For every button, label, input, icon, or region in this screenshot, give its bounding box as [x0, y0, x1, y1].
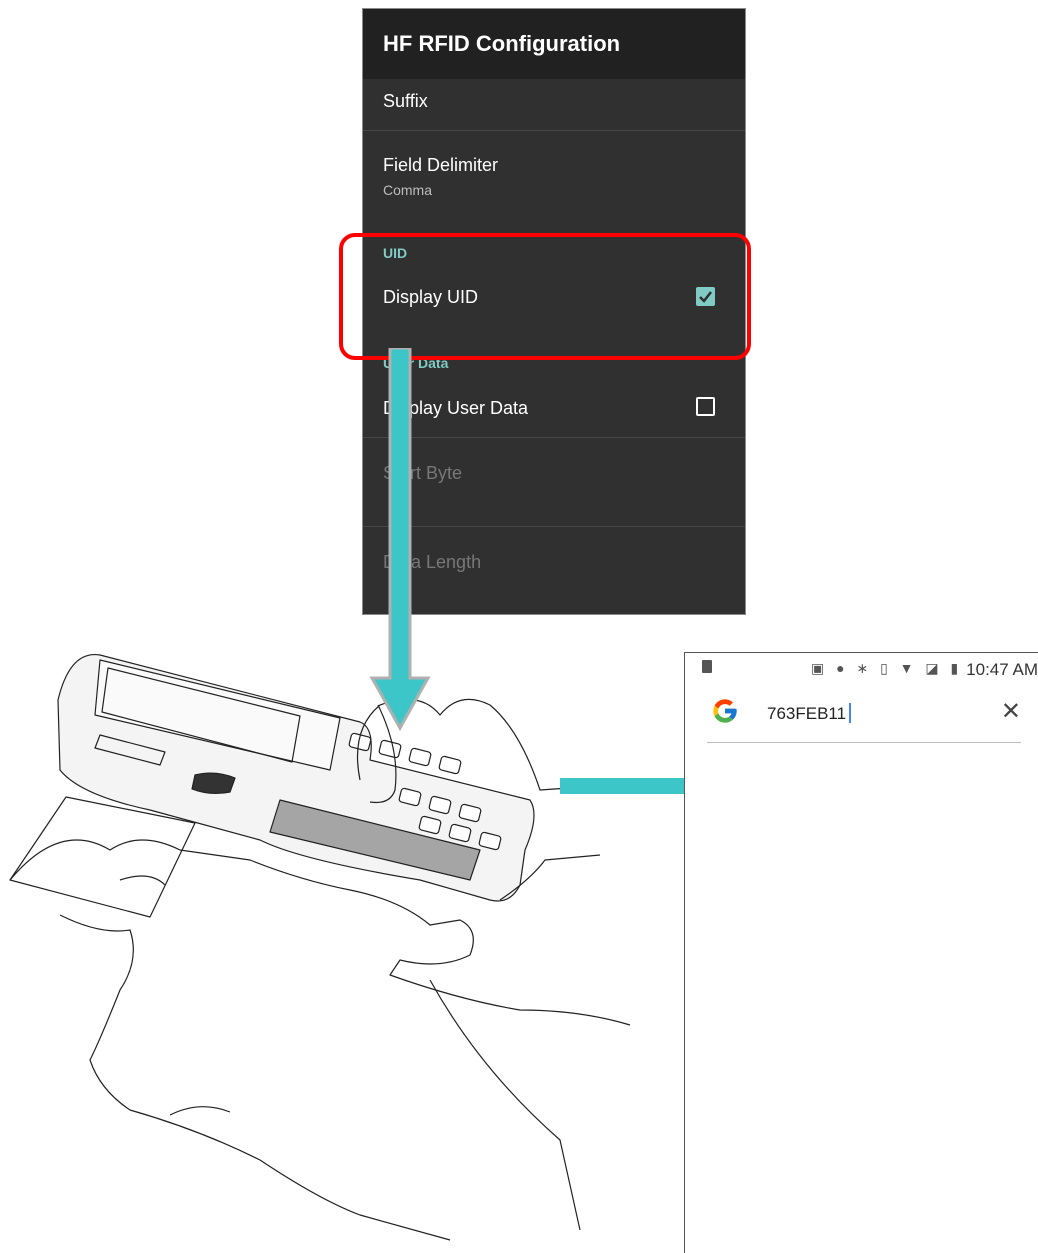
- app-bar: HF RFID Configuration: [363, 9, 745, 79]
- status-time: 10:47 AM: [966, 660, 1038, 679]
- search-query: 763FEB11: [767, 704, 847, 723]
- field-delimiter-value: Comma: [383, 182, 433, 198]
- page-title: HF RFID Configuration: [383, 31, 621, 56]
- search-bar[interactable]: 763FEB11 ✕: [707, 691, 1021, 743]
- status-bar: ▣ ● ∗ ▯ ▼ ◪ ▮ 10:47 AM: [685, 653, 1038, 685]
- status-icons: ▣ ● ∗ ▯ ▼ ◪ ▮: [811, 660, 963, 676]
- divider: [363, 130, 745, 131]
- sim-icon: [702, 660, 712, 673]
- suffix-setting[interactable]: Suffix: [383, 91, 428, 112]
- text-cursor: [849, 703, 852, 723]
- highlight-box: [339, 233, 751, 360]
- device-illustration: [9, 653, 631, 1241]
- close-icon[interactable]: ✕: [1001, 697, 1021, 726]
- field-delimiter-setting[interactable]: Field Delimiter: [383, 155, 498, 176]
- search-input[interactable]: 763FEB11: [767, 703, 852, 724]
- google-icon: [713, 699, 737, 723]
- phone-screen: ▣ ● ∗ ▯ ▼ ◪ ▮ 10:47 AM 763FEB11 ✕: [684, 652, 1038, 1253]
- display-user-data-checkbox[interactable]: [696, 397, 715, 416]
- hand: [9, 839, 631, 1026]
- down-arrow-icon: [369, 348, 431, 732]
